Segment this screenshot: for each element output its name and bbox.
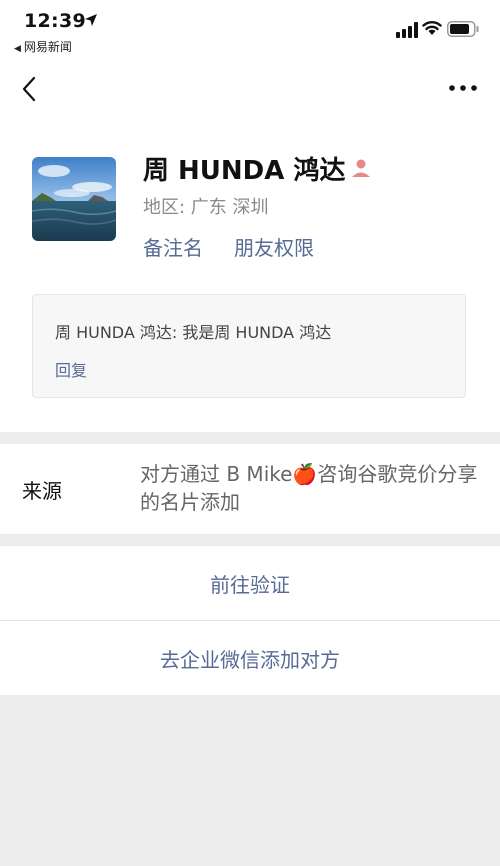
signal-icon bbox=[396, 22, 418, 38]
add-via-enterprise-wechat-button[interactable]: 去企业微信添加对方 bbox=[0, 621, 500, 695]
avatar[interactable] bbox=[32, 157, 116, 241]
verification-message: 周 HUNDA 鸿达: 我是周 HUNDA 鸿达 bbox=[55, 323, 332, 342]
person-icon bbox=[352, 159, 370, 177]
source-value: 对方通过 B Mike🍎咨询谷歌竞价分享的名片添加 bbox=[140, 462, 478, 514]
source-label: 来源 bbox=[22, 479, 62, 503]
verification-message-card: 周 HUNDA 鸿达: 我是周 HUNDA 鸿达 回复 bbox=[32, 294, 466, 398]
chevron-left-icon[interactable] bbox=[18, 74, 40, 104]
remark-link[interactable]: 备注名 bbox=[143, 232, 203, 261]
back-to-app[interactable]: ◀ 网易新闻 bbox=[14, 38, 72, 55]
source-row: 来源 对方通过 B Mike🍎咨询谷歌竞价分享的名片添加 bbox=[0, 444, 500, 534]
battery-icon bbox=[447, 21, 479, 37]
wifi-icon bbox=[422, 21, 442, 35]
contact-name: 周 HUNDA 鸿达 bbox=[143, 156, 346, 186]
status-time: 12:39 bbox=[24, 10, 86, 32]
location-arrow-icon bbox=[85, 14, 97, 26]
avatar-image bbox=[32, 157, 116, 241]
more-icon[interactable] bbox=[448, 82, 478, 94]
contact-region: 地区: 广东 深圳 bbox=[143, 197, 269, 218]
go-verify-button[interactable]: 前往验证 bbox=[0, 546, 500, 620]
reply-link[interactable]: 回复 bbox=[55, 357, 87, 381]
back-app-label: 网易新闻 bbox=[23, 40, 72, 54]
back-triangle-icon: ◀ bbox=[14, 44, 21, 54]
friend-permission-link[interactable]: 朋友权限 bbox=[234, 232, 314, 261]
